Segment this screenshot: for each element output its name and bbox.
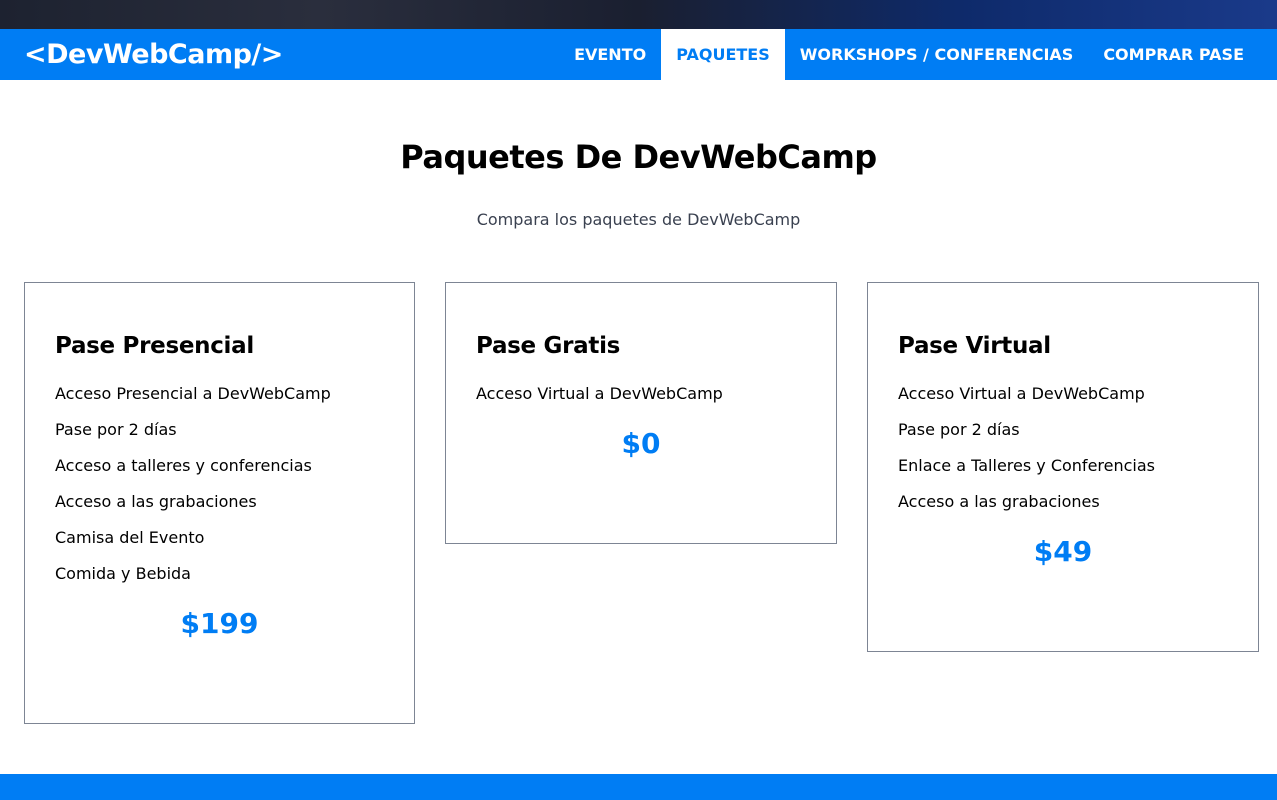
package-feature: Acceso a las grabaciones: [898, 492, 1100, 511]
hero-image-strip: [0, 0, 1277, 29]
package-feature: Acceso Presencial a DevWebCamp: [55, 384, 331, 403]
package-price: $0: [621, 427, 661, 460]
page-title: Paquetes De DevWebCamp: [400, 138, 877, 176]
package-feature: Acceso a talleres y conferencias: [55, 456, 312, 475]
package-feature: Comida y Bebida: [55, 564, 191, 583]
nav-link-evento[interactable]: EVENTO: [559, 29, 661, 80]
main-nav: EVENTO PAQUETES WORKSHOPS / CONFERENCIAS…: [559, 29, 1259, 80]
package-title: Pase Presencial: [55, 333, 254, 359]
package-card-presencial: Pase Presencial Acceso Presencial a DevW…: [24, 282, 415, 724]
footer: [0, 774, 1277, 800]
nav-link-paquetes[interactable]: PAQUETES: [661, 29, 785, 80]
package-feature-list: Acceso Virtual a DevWebCamp Pase por 2 d…: [898, 385, 1228, 511]
nav-link-workshops[interactable]: WORKSHOPS / CONFERENCIAS: [785, 29, 1089, 80]
package-title: Pase Gratis: [476, 333, 621, 359]
package-title: Pase Virtual: [898, 333, 1051, 359]
page-subtitle: Compara los paquetes de DevWebCamp: [476, 210, 801, 229]
package-price: $49: [1033, 535, 1093, 568]
package-feature: Acceso Virtual a DevWebCamp: [898, 384, 1145, 403]
package-card-virtual: Pase Virtual Acceso Virtual a DevWebCamp…: [867, 282, 1259, 652]
package-price: $199: [180, 607, 259, 640]
package-feature: Pase por 2 días: [55, 420, 177, 439]
package-feature: Enlace a Talleres y Conferencias: [898, 456, 1155, 475]
navbar: <DevWebCamp/> EVENTO PAQUETES WORKSHOPS …: [0, 29, 1277, 80]
nav-link-comprar-pase[interactable]: COMPRAR PASE: [1088, 29, 1259, 80]
package-feature: Acceso Virtual a DevWebCamp: [476, 384, 723, 403]
package-feature-list: Acceso Virtual a DevWebCamp: [476, 385, 806, 403]
package-card-gratis: Pase Gratis Acceso Virtual a DevWebCamp …: [445, 282, 837, 544]
package-feature: Acceso a las grabaciones: [55, 492, 257, 511]
package-feature-list: Acceso Presencial a DevWebCamp Pase por …: [55, 385, 384, 583]
site-logo[interactable]: <DevWebCamp/>: [24, 39, 283, 70]
package-feature: Camisa del Evento: [55, 528, 205, 547]
package-feature: Pase por 2 días: [898, 420, 1020, 439]
